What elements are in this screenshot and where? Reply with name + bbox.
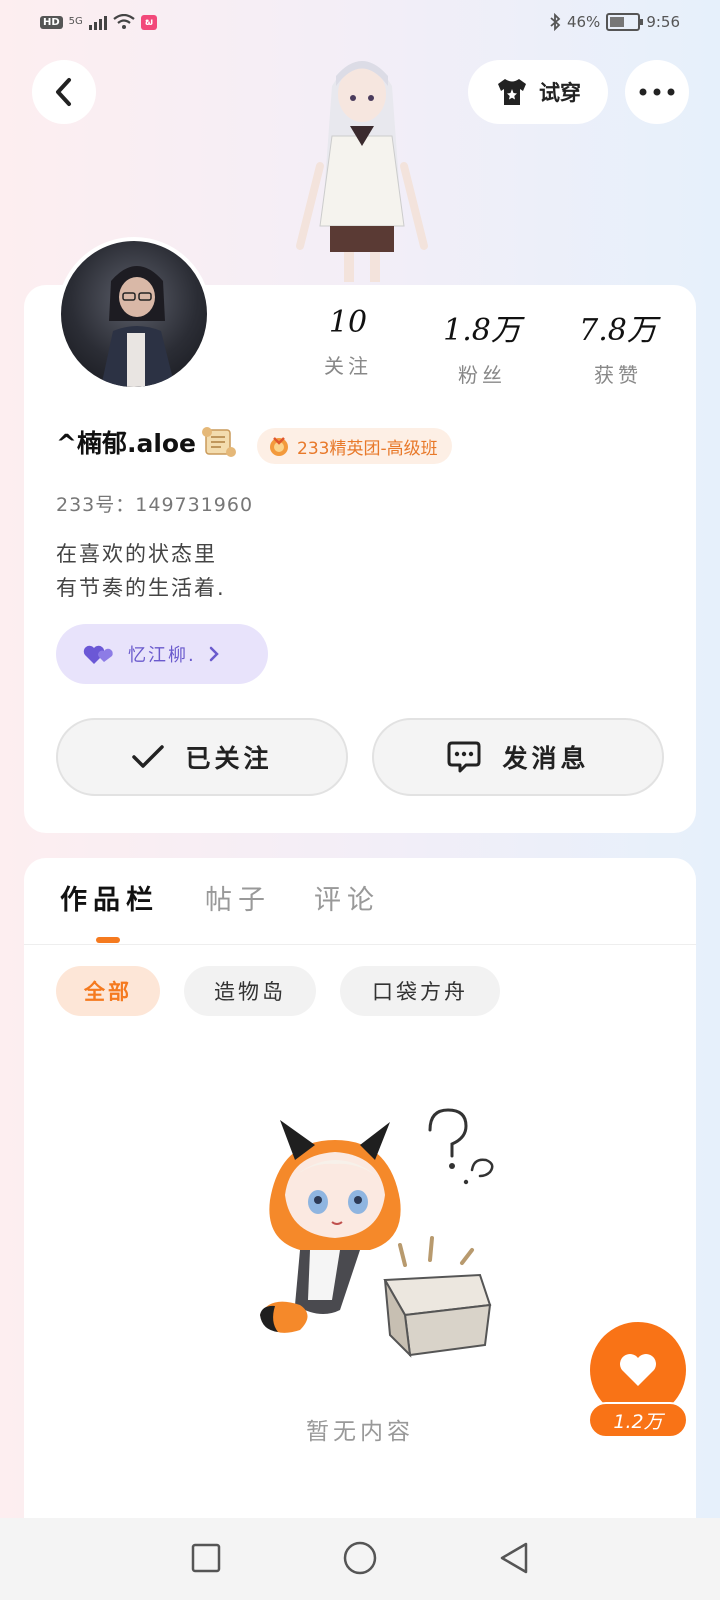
relationship-chip[interactable]: 忆江柳.: [56, 624, 268, 684]
tshirt-icon: [498, 79, 526, 105]
following-count: 10: [328, 305, 368, 340]
tab-works[interactable]: 作品栏: [60, 878, 159, 917]
check-icon: [132, 745, 165, 768]
avatar-figure[interactable]: [292, 46, 432, 286]
like-count: 1.2万: [588, 1402, 688, 1438]
bio: 在喜欢的状态里 有节奏的生活着.: [56, 537, 226, 605]
circle-icon: [343, 1541, 377, 1575]
followed-button[interactable]: 已关注: [56, 718, 348, 796]
followed-label: 已关注: [185, 744, 273, 773]
home-button[interactable]: [340, 1538, 380, 1578]
bio-line: 有节奏的生活着.: [56, 576, 226, 600]
hd-indicator: HD: [40, 15, 63, 29]
chevron-left-icon: [56, 78, 71, 106]
battery-icon: [606, 13, 644, 31]
fans-label: 粉丝: [458, 363, 506, 387]
system-nav-bar: [0, 1518, 720, 1600]
filter-all[interactable]: 全部: [56, 966, 160, 1016]
app-notification-icon: ພ: [140, 14, 158, 30]
status-bar: HD 5G ພ 46% 9:56: [0, 0, 720, 48]
triangle-back-icon: [500, 1542, 528, 1574]
avatar[interactable]: [57, 237, 211, 391]
fans-stat[interactable]: 1.8万 粉丝: [422, 305, 542, 388]
square-icon: [191, 1543, 221, 1573]
send-message-label: 发消息: [502, 744, 590, 773]
back-nav-button[interactable]: [494, 1538, 534, 1578]
double-heart-icon: [83, 645, 113, 664]
back-button[interactable]: [32, 60, 96, 124]
scroll-icon: [202, 427, 237, 457]
likes-label: 获赞: [594, 363, 642, 387]
group-badge[interactable]: 233精英团-高级班: [257, 428, 452, 464]
try-on-button[interactable]: 试穿: [468, 60, 608, 124]
wifi-icon: [113, 14, 135, 29]
battery-percent: 46%: [566, 13, 601, 31]
likes-count: 7.8万: [579, 313, 657, 348]
divider: [24, 944, 696, 945]
likes-stat[interactable]: 7.8万 获赞: [558, 305, 678, 388]
user-id: 233号：149731960: [56, 494, 254, 516]
network-type: 5G: [68, 16, 83, 27]
group-badge-label: 233精英团-高级班: [297, 438, 438, 459]
fans-count: 1.8万: [443, 313, 521, 348]
medal-icon: [270, 437, 288, 456]
tab-indicator: [96, 937, 120, 943]
filter-creation-island[interactable]: 造物岛: [184, 966, 316, 1016]
send-message-button[interactable]: 发消息: [372, 718, 664, 796]
recent-apps-button[interactable]: [186, 1538, 226, 1578]
try-on-label: 试穿: [539, 81, 581, 105]
tab-posts[interactable]: 帖子: [205, 878, 271, 917]
chevron-right-icon: [209, 646, 219, 662]
chat-bubble-icon: [447, 741, 481, 773]
avatar-photo: [101, 266, 175, 387]
nickname: ^楠郁.aloe: [56, 424, 238, 460]
more-options-button[interactable]: [625, 60, 689, 124]
following-stat[interactable]: 10 关注: [288, 305, 408, 379]
following-label: 关注: [324, 354, 372, 378]
tab-comments[interactable]: 评论: [314, 878, 380, 917]
signal-icon: [88, 14, 107, 30]
empty-state-illustration: [260, 1108, 494, 1358]
relationship-name: 忆江柳.: [128, 645, 196, 666]
bio-line: 在喜欢的状态里: [56, 542, 217, 566]
bluetooth-icon: [550, 13, 561, 31]
filter-pocket-ark[interactable]: 口袋方舟: [340, 966, 500, 1016]
more-dots-icon: [639, 88, 675, 96]
heart-icon: [620, 1354, 656, 1386]
nickname-text: ^楠郁.aloe: [56, 429, 197, 458]
clock: 9:56: [646, 13, 680, 31]
